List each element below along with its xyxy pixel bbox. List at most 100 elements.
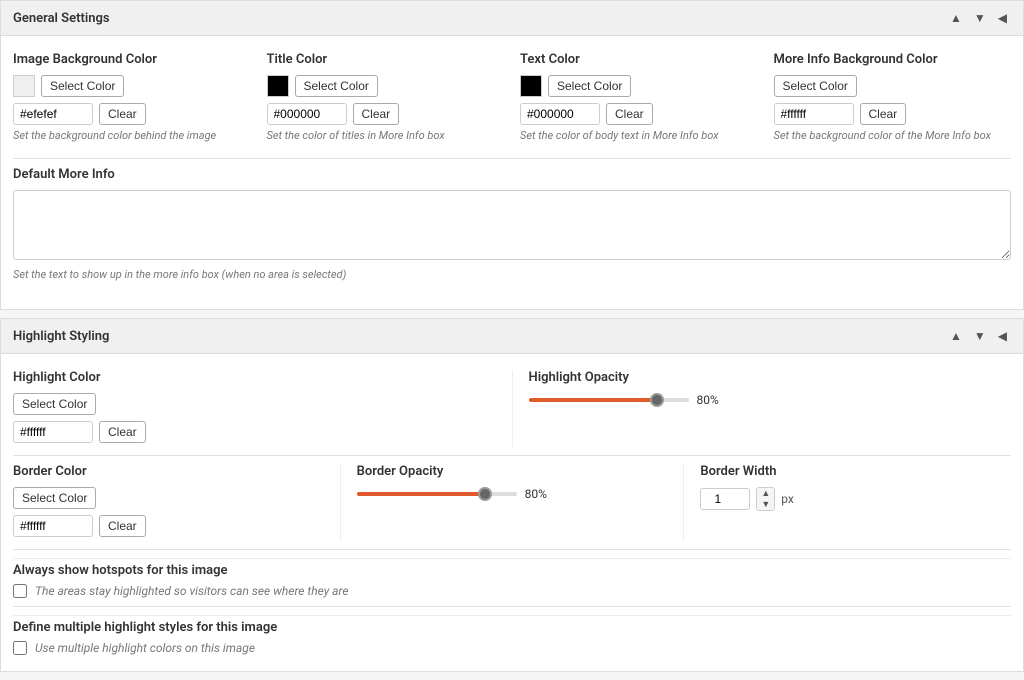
image-background-color-field: Image Background Color Select Color Clea… [13, 52, 251, 142]
highlight-color-select-btn[interactable]: Select Color [13, 393, 96, 415]
define-multiple-styles-checkbox[interactable] [13, 641, 27, 655]
define-multiple-styles-hint: Use multiple highlight colors on this im… [35, 641, 255, 655]
stepper-up-btn[interactable]: ▲ [757, 488, 774, 499]
image-bg-hex-input[interactable] [13, 103, 93, 125]
image-bg-clear-btn[interactable]: Clear [99, 103, 146, 125]
more-info-bg-input-row: Clear [774, 103, 1012, 125]
text-color-btn-row: Select Color [520, 75, 758, 97]
highlight-styling-section: Highlight Styling ▲ ▼ ◀ Highlight Color … [0, 318, 1024, 672]
highlight-divider [13, 455, 1011, 456]
highlight-opacity-label: Highlight Opacity [529, 370, 1012, 385]
title-color-hint: Set the color of titles in More Info box [267, 129, 505, 142]
always-show-hotspots-section: Always show hotspots for this image The … [13, 558, 1011, 598]
general-settings-body: Image Background Color Select Color Clea… [1, 36, 1023, 309]
default-more-info-label: Default More Info [13, 167, 1011, 182]
more-info-bg-hex-input[interactable] [774, 103, 854, 125]
image-bg-input-row: Clear [13, 103, 251, 125]
general-settings-section: General Settings ▲ ▼ ◀ Image Background … [0, 0, 1024, 310]
border-opacity-col: Border Opacity 80% [341, 464, 685, 541]
define-multiple-styles-label: Define multiple highlight styles for thi… [13, 620, 1011, 635]
highlight-top-row: Highlight Color Select Color Clear Highl… [13, 370, 1011, 447]
more-info-hint: Set the text to show up in the more info… [13, 268, 1011, 281]
text-color-field: Text Color Select Color Clear Set the co… [520, 52, 758, 142]
image-bg-hint: Set the background color behind the imag… [13, 129, 251, 142]
collapse-left-btn[interactable]: ◀ [994, 9, 1011, 27]
border-color-input-row: Clear [13, 515, 324, 537]
title-color-select-btn[interactable]: Select Color [295, 75, 378, 97]
image-bg-select-color-btn[interactable]: Select Color [41, 75, 124, 97]
hs-collapse-left-btn[interactable]: ◀ [994, 327, 1011, 345]
title-color-input-row: Clear [267, 103, 505, 125]
define-multiple-styles-section: Define multiple highlight styles for thi… [13, 615, 1011, 655]
border-color-clear-btn[interactable]: Clear [99, 515, 146, 537]
more-info-bg-btn-row: Select Color [774, 75, 1012, 97]
border-width-stepper: ▲ ▼ [756, 487, 775, 511]
border-color-select-btn[interactable]: Select Color [13, 487, 96, 509]
border-width-unit: px [781, 492, 794, 506]
stepper-down-btn[interactable]: ▼ [757, 499, 774, 510]
hs-collapse-down-btn[interactable]: ▼ [970, 327, 990, 345]
highlight-styling-body: Highlight Color Select Color Clear Highl… [1, 354, 1023, 671]
title-color-hex-input[interactable] [267, 103, 347, 125]
general-settings-controls: ▲ ▼ ◀ [946, 9, 1011, 27]
border-width-input-row: ▲ ▼ px [700, 487, 1011, 511]
always-show-hotspots-label: Always show hotspots for this image [13, 563, 1011, 578]
default-more-info-field: Default More Info Set the text to show u… [13, 167, 1011, 281]
image-bg-btn-row: Select Color [13, 75, 251, 97]
always-show-hotspots-checkbox[interactable] [13, 584, 27, 598]
border-opacity-track[interactable] [357, 492, 517, 496]
border-width-label: Border Width [700, 464, 1011, 479]
highlight-color-label: Highlight Color [13, 370, 496, 385]
hs-collapse-up-btn[interactable]: ▲ [946, 327, 966, 345]
color-row: Image Background Color Select Color Clea… [13, 52, 1011, 142]
text-color-input-row: Clear [520, 103, 758, 125]
highlight-color-col: Highlight Color Select Color Clear [13, 370, 513, 447]
more-info-bg-color-field: More Info Background Color Select Color … [774, 52, 1012, 142]
text-color-hint: Set the color of body text in More Info … [520, 129, 758, 142]
highlight-color-clear-btn[interactable]: Clear [99, 421, 146, 443]
highlight-styling-header: Highlight Styling ▲ ▼ ◀ [1, 319, 1023, 354]
border-bottom-row: Border Color Select Color Clear Border O… [13, 464, 1011, 541]
checkbox-divider-1 [13, 549, 1011, 550]
highlight-opacity-thumb[interactable] [650, 393, 664, 407]
border-opacity-value: 80% [525, 487, 547, 501]
highlight-color-hex-input[interactable] [13, 421, 93, 443]
image-background-color-label: Image Background Color [13, 52, 251, 67]
more-info-textarea[interactable] [13, 190, 1011, 260]
text-color-label: Text Color [520, 52, 758, 67]
border-color-btn-row: Select Color [13, 487, 324, 509]
highlight-opacity-fill [529, 398, 657, 402]
text-color-select-btn[interactable]: Select Color [548, 75, 631, 97]
more-info-bg-select-btn[interactable]: Select Color [774, 75, 857, 97]
more-info-bg-hint: Set the background color of the More Inf… [774, 129, 1012, 142]
title-color-swatch [267, 75, 289, 97]
border-opacity-thumb[interactable] [478, 487, 492, 501]
more-info-bg-color-label: More Info Background Color [774, 52, 1012, 67]
highlight-opacity-col: Highlight Opacity 80% [513, 370, 1012, 447]
text-color-swatch [520, 75, 542, 97]
text-color-clear-btn[interactable]: Clear [606, 103, 653, 125]
highlight-styling-title: Highlight Styling [13, 329, 109, 344]
collapse-up-btn[interactable]: ▲ [946, 9, 966, 27]
define-multiple-styles-hint-row: Use multiple highlight colors on this im… [13, 641, 1011, 655]
image-bg-swatch [13, 75, 35, 97]
collapse-down-btn[interactable]: ▼ [970, 9, 990, 27]
border-opacity-label: Border Opacity [357, 464, 668, 479]
more-info-bg-clear-btn[interactable]: Clear [860, 103, 907, 125]
text-color-hex-input[interactable] [520, 103, 600, 125]
highlight-opacity-value: 80% [697, 393, 719, 407]
highlight-color-btn-row: Select Color [13, 393, 496, 415]
always-show-hotspots-hint-row: The areas stay highlighted so visitors c… [13, 584, 1011, 598]
title-color-field: Title Color Select Color Clear Set the c… [267, 52, 505, 142]
border-color-label: Border Color [13, 464, 324, 479]
highlight-opacity-slider-container: 80% [529, 393, 1012, 407]
highlight-styling-controls: ▲ ▼ ◀ [946, 327, 1011, 345]
border-width-col: Border Width ▲ ▼ px [684, 464, 1011, 541]
title-color-clear-btn[interactable]: Clear [353, 103, 400, 125]
border-opacity-fill [357, 492, 485, 496]
section-divider [13, 158, 1011, 159]
border-color-hex-input[interactable] [13, 515, 93, 537]
highlight-opacity-track[interactable] [529, 398, 689, 402]
always-show-hotspots-hint: The areas stay highlighted so visitors c… [35, 584, 349, 598]
border-width-input[interactable] [700, 488, 750, 510]
